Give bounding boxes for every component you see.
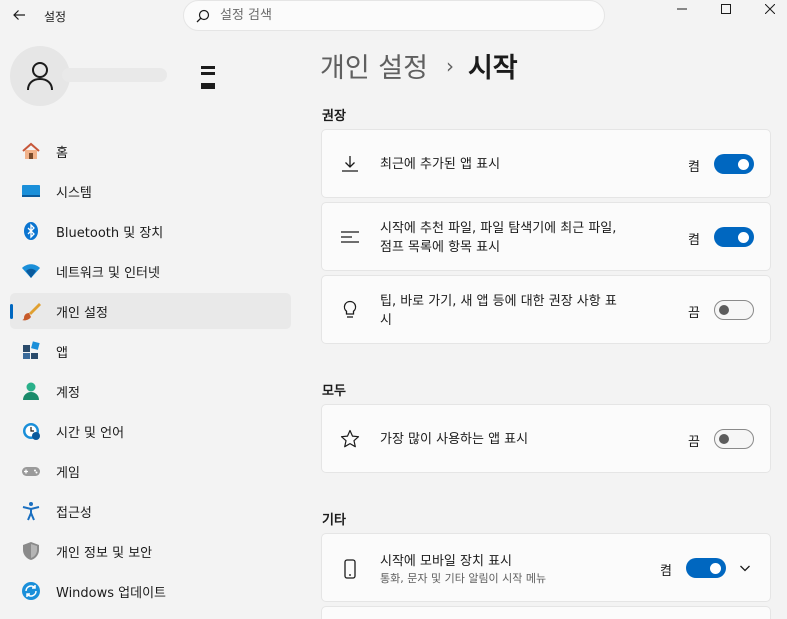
title-bar: 설정 [0, 0, 787, 32]
back-button[interactable] [8, 4, 30, 26]
sidebar-item-label: 시스템 [56, 185, 92, 201]
setting-tips: 팁, 바로 가기, 새 앱 등에 대한 권장 사항 표 시 끔 [321, 275, 771, 344]
toggle-knob [719, 434, 729, 444]
update-icon [20, 580, 42, 602]
maximize-button[interactable] [704, 0, 748, 18]
app-title: 설정 [44, 10, 67, 24]
sidebar-item-accessibility[interactable]: 접근성 [10, 493, 291, 529]
sidebar-item-label: 시간 및 언어 [56, 425, 125, 441]
sidebar-item-label: 접근성 [56, 505, 92, 521]
toggle-state-text: 켬 [688, 233, 700, 248]
account-icon [20, 380, 42, 402]
section-header-all: 모두 [322, 384, 346, 399]
search-box[interactable] [183, 0, 605, 31]
chevron-down-icon[interactable] [737, 560, 753, 576]
star-icon [339, 428, 361, 450]
breadcrumb-separator: › [445, 53, 454, 78]
setting-label-line1: 시작에 추천 파일, 파일 탐색기에 최근 파일, [380, 221, 617, 236]
setting-label: 가장 많이 사용하는 앱 표시 [380, 432, 529, 447]
sidebar-item-label: 계정 [56, 385, 80, 401]
toggle-state-text: 끔 [688, 435, 700, 450]
mobile-device-toggle[interactable] [686, 558, 726, 578]
gamepad-icon [20, 460, 42, 482]
breadcrumb: 개인 설정 › 시작 [320, 46, 518, 85]
sidebar-item-home[interactable]: 홈 [10, 133, 291, 169]
close-icon [765, 4, 775, 14]
brush-icon [20, 300, 42, 322]
toggle-knob [719, 305, 729, 315]
sidebar-item-system[interactable]: 시스템 [10, 173, 291, 209]
section-header-other: 기타 [322, 513, 346, 528]
setting-label-line2: 시 [380, 313, 392, 328]
setting-label: 시작에 추천 파일, 파일 탐색기에 최근 파일, 점프 목록에 항목 표시 [380, 219, 616, 257]
back-arrow-icon [13, 10, 25, 20]
list-icon [339, 226, 361, 248]
search-input[interactable] [220, 8, 580, 23]
setting-label: 팁, 바로 가기, 새 앱 등에 대한 권장 사항 표 시 [380, 292, 617, 330]
sidebar-nav: 홈 시스템 Bluetooth 및 장치 네트워크 및 인터넷 개인 설정 앱 [10, 133, 291, 613]
toggle-state-text: 끔 [688, 306, 700, 321]
setting-description: 통화, 문자 및 기타 알림이 시작 메뉴 [380, 572, 547, 585]
sidebar-item-label: Windows 업데이트 [56, 585, 167, 601]
toggle-knob [738, 232, 749, 243]
breadcrumb-parent[interactable]: 개인 설정 [320, 46, 428, 85]
profile-name-redacted [62, 68, 167, 82]
system-icon [20, 180, 42, 202]
sidebar-item-label: 홈 [56, 145, 68, 161]
setting-mobile-device[interactable]: 시작에 모바일 장치 표시 통화, 문자 및 기타 알림이 시작 메뉴 켬 [321, 533, 771, 602]
person-icon [27, 62, 53, 91]
sidebar-item-label: 개인 정보 및 보안 [56, 545, 153, 561]
sidebar-item-apps[interactable]: 앱 [10, 333, 291, 369]
recent-apps-toggle[interactable] [714, 154, 754, 174]
setting-label-line1: 팁, 바로 가기, 새 앱 등에 대한 권장 사항 표 [380, 294, 617, 309]
section-header-recommended: 권장 [322, 109, 346, 124]
setting-label-line2: 점프 목록에 항목 표시 [380, 240, 501, 255]
apps-icon [20, 340, 42, 362]
recommended-files-toggle[interactable] [714, 227, 754, 247]
setting-label: 최근에 추가된 앱 표시 [380, 157, 501, 172]
download-icon [339, 153, 361, 175]
setting-label: 시작에 모바일 장치 표시 통화, 문자 및 기타 알림이 시작 메뉴 [380, 552, 546, 586]
time-language-icon [20, 420, 42, 442]
sidebar-item-accounts[interactable]: 계정 [10, 373, 291, 409]
toggle-state-text: 켬 [660, 564, 672, 579]
toggle-knob [738, 159, 749, 170]
toggle-state-text: 켬 [688, 160, 700, 175]
close-button[interactable] [748, 0, 787, 18]
toggle-knob [710, 563, 721, 574]
maximize-icon [721, 4, 731, 14]
search-icon [196, 9, 210, 22]
most-used-toggle[interactable] [714, 429, 754, 449]
setting-recent-apps: 최근에 추가된 앱 표시 켬 [321, 129, 771, 198]
setting-most-used: 가장 많이 사용하는 앱 표시 끔 [321, 404, 771, 473]
minimize-button[interactable] [660, 0, 704, 18]
home-icon [20, 140, 42, 162]
sidebar-item-windows-update[interactable]: Windows 업데이트 [10, 573, 291, 609]
lightbulb-icon [339, 299, 361, 321]
tips-toggle[interactable] [714, 300, 754, 320]
bluetooth-icon [20, 220, 42, 242]
sidebar-item-privacy[interactable]: 개인 정보 및 보안 [10, 533, 291, 569]
profile-email-redacted [201, 66, 215, 92]
sidebar-item-bluetooth[interactable]: Bluetooth 및 장치 [10, 213, 291, 249]
sidebar-item-gaming[interactable]: 게임 [10, 453, 291, 489]
accessibility-icon [20, 500, 42, 522]
setting-label-line1: 시작에 모바일 장치 표시 [380, 554, 512, 569]
sidebar-item-label: 개인 설정 [56, 305, 108, 321]
shield-icon [20, 540, 42, 562]
sidebar-item-time-language[interactable]: 시간 및 언어 [10, 413, 291, 449]
sidebar-item-label: 게임 [56, 465, 80, 481]
avatar [10, 46, 70, 106]
setting-next-card [321, 606, 771, 619]
sidebar-item-personalization[interactable]: 개인 설정 [10, 293, 291, 329]
minimize-icon [677, 8, 687, 10]
sidebar-item-label: 네트워크 및 인터넷 [56, 265, 160, 281]
sidebar-item-network[interactable]: 네트워크 및 인터넷 [10, 253, 291, 289]
sidebar-item-label: Bluetooth 및 장치 [56, 225, 164, 241]
wifi-icon [20, 260, 42, 282]
sidebar-item-label: 앱 [56, 345, 68, 361]
page-title: 시작 [467, 53, 518, 84]
setting-recommended-files: 시작에 추천 파일, 파일 탐색기에 최근 파일, 점프 목록에 항목 표시 켬 [321, 202, 771, 271]
phone-icon [339, 558, 361, 580]
